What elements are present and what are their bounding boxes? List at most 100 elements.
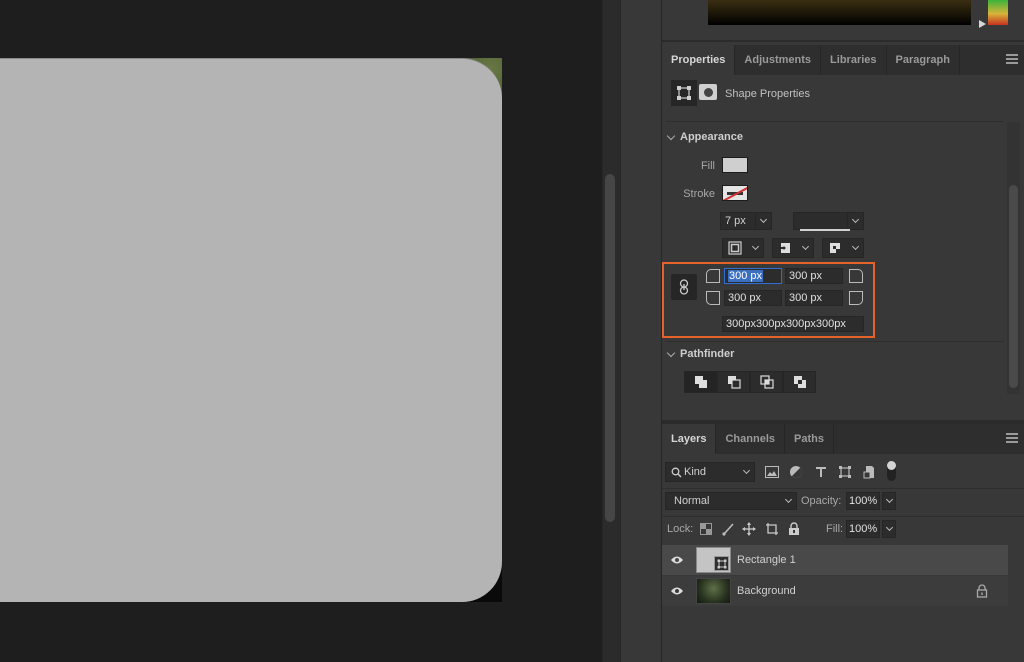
search-icon (666, 467, 682, 478)
blend-row: Normal Opacity: 100% (662, 488, 1024, 514)
stroke-align-dropdown[interactable] (722, 238, 764, 258)
right-panel: Properties Adjustments Libraries Paragra… (662, 0, 1024, 662)
appearance-section-toggle[interactable]: Appearance (666, 131, 743, 143)
pixel-layer-filter-icon[interactable] (764, 464, 780, 480)
opacity-input[interactable]: 100% (846, 492, 880, 510)
properties-tabbar: Properties Adjustments Libraries Paragra… (662, 45, 1024, 75)
corner-top-right-icon (849, 269, 863, 283)
lock-position-move-icon[interactable] (742, 522, 756, 536)
bottom-left-radius-input[interactable]: 300 px (724, 290, 782, 306)
tab-paths[interactable]: Paths (785, 424, 834, 454)
tab-adjustments[interactable]: Adjustments (735, 45, 822, 75)
chevron-down-icon (798, 242, 813, 251)
layer-row-rectangle-1[interactable]: Rectangle 1 (662, 545, 1008, 575)
lock-label: Lock: (667, 523, 694, 535)
chevron-down-icon (755, 213, 771, 229)
stroke-corners-dropdown[interactable] (822, 238, 864, 258)
exclude-overlapping-button[interactable] (783, 371, 816, 393)
lock-image-pixels-brush-icon[interactable] (721, 522, 735, 536)
corner-bottom-right-icon (849, 291, 863, 305)
fill-label: Fill (700, 160, 715, 172)
corner-top-left-icon (706, 269, 720, 283)
pathfinder-section-toggle[interactable]: Pathfinder (666, 348, 735, 360)
stroke-width-dropdown[interactable]: 7 px (720, 212, 772, 230)
lock-artboard-icon[interactable] (765, 522, 779, 536)
chevron-down-icon (666, 348, 676, 357)
filter-toggle-switch[interactable] (887, 461, 896, 481)
shape-properties-label: Shape Properties (725, 88, 810, 100)
top-left-radius-value: 300 px (728, 270, 764, 282)
blend-mode-dropdown[interactable]: Normal (665, 492, 797, 510)
visibility-eye-icon[interactable] (670, 585, 684, 597)
chevron-down-icon (748, 242, 763, 251)
filter-kind-value: Kind (684, 466, 707, 478)
opacity-slider-toggle[interactable] (882, 492, 896, 510)
opacity-label: Opacity: (801, 495, 842, 507)
hue-slider[interactable] (988, 0, 1008, 25)
chevron-down-icon (666, 131, 676, 140)
subtract-front-shape-button[interactable] (717, 371, 750, 393)
hue-pointer-icon[interactable] (979, 20, 986, 28)
unite-shapes-button[interactable] (684, 371, 717, 393)
stroke-caps-dropdown[interactable] (772, 238, 814, 258)
corner-bottom-left-icon (706, 291, 720, 305)
stroke-cap-icon (773, 241, 798, 255)
visibility-eye-icon[interactable] (670, 554, 684, 566)
chevron-down-icon (738, 464, 754, 480)
type-layer-filter-icon[interactable] (813, 464, 829, 480)
shape-layer-badge-icon (714, 556, 729, 571)
panel-menu-icon[interactable] (1006, 433, 1018, 443)
layer-name[interactable]: Rectangle 1 (737, 554, 796, 566)
shape-transform-icon[interactable] (671, 80, 697, 106)
bottom-right-radius-input[interactable]: 300 px (785, 290, 843, 306)
fill-opacity-input[interactable]: 100% (846, 520, 880, 538)
color-picker-panel (662, 0, 1024, 42)
chevron-down-icon (780, 493, 796, 509)
adjustment-layer-filter-icon[interactable] (788, 464, 804, 480)
color-field[interactable] (708, 0, 971, 25)
layer-locked-icon[interactable] (976, 584, 988, 598)
layer-thumbnail-shape (696, 547, 731, 573)
intersect-shapes-button[interactable] (750, 371, 783, 393)
tab-properties[interactable]: Properties (662, 45, 736, 75)
stroke-swatch[interactable] (722, 185, 748, 201)
blend-mode-value: Normal (674, 495, 710, 507)
layer-thumbnail-background (696, 578, 731, 604)
layer-filter-row: Kind (662, 458, 1024, 486)
combined-radius-input[interactable]: 300px300px300px300px (722, 316, 864, 332)
intersect-shapes-icon (759, 375, 774, 389)
divider (666, 341, 1004, 342)
shape-layer-filter-icon[interactable] (837, 464, 853, 480)
panel-menu-icon[interactable] (1006, 54, 1018, 64)
smart-object-filter-icon[interactable] (861, 464, 877, 480)
document-canvas[interactable] (0, 58, 502, 602)
tab-layers[interactable]: Layers (662, 424, 717, 454)
properties-scrollbar-thumb[interactable] (1009, 185, 1018, 388)
stroke-corner-icon (823, 241, 848, 255)
link-icon (679, 279, 689, 295)
lock-row: Lock: Fill: 100% (662, 516, 1024, 542)
layer-name[interactable]: Background (737, 585, 796, 597)
top-right-radius-input[interactable]: 300 px (785, 268, 843, 284)
link-corners-button[interactable] (671, 274, 697, 300)
canvas-area[interactable] (0, 0, 602, 662)
lock-transparent-pixels-icon[interactable] (699, 522, 713, 536)
mask-icon[interactable] (699, 84, 717, 100)
tab-paragraph[interactable]: Paragraph (887, 45, 960, 75)
canvas-scroll-thumb[interactable] (605, 174, 615, 522)
subtract-front-shape-icon (727, 376, 741, 389)
filter-kind-dropdown[interactable]: Kind (665, 462, 755, 482)
tab-libraries[interactable]: Libraries (821, 45, 887, 75)
layer-row-background[interactable]: Background (662, 576, 1008, 606)
tab-channels[interactable]: Channels (716, 424, 785, 454)
rounded-rectangle-shape[interactable] (0, 58, 502, 602)
unite-shapes-icon (694, 376, 707, 388)
pathfinder-buttons (684, 371, 816, 393)
lock-all-icon[interactable] (787, 522, 801, 536)
top-left-radius-input[interactable]: 300 px (724, 268, 782, 284)
stroke-style-dropdown[interactable] (793, 212, 864, 231)
fill-swatch[interactable] (722, 157, 748, 173)
pathfinder-title: Pathfinder (680, 348, 735, 360)
shape-properties-header: Shape Properties (662, 77, 1024, 111)
fill-slider-toggle[interactable] (882, 520, 896, 538)
